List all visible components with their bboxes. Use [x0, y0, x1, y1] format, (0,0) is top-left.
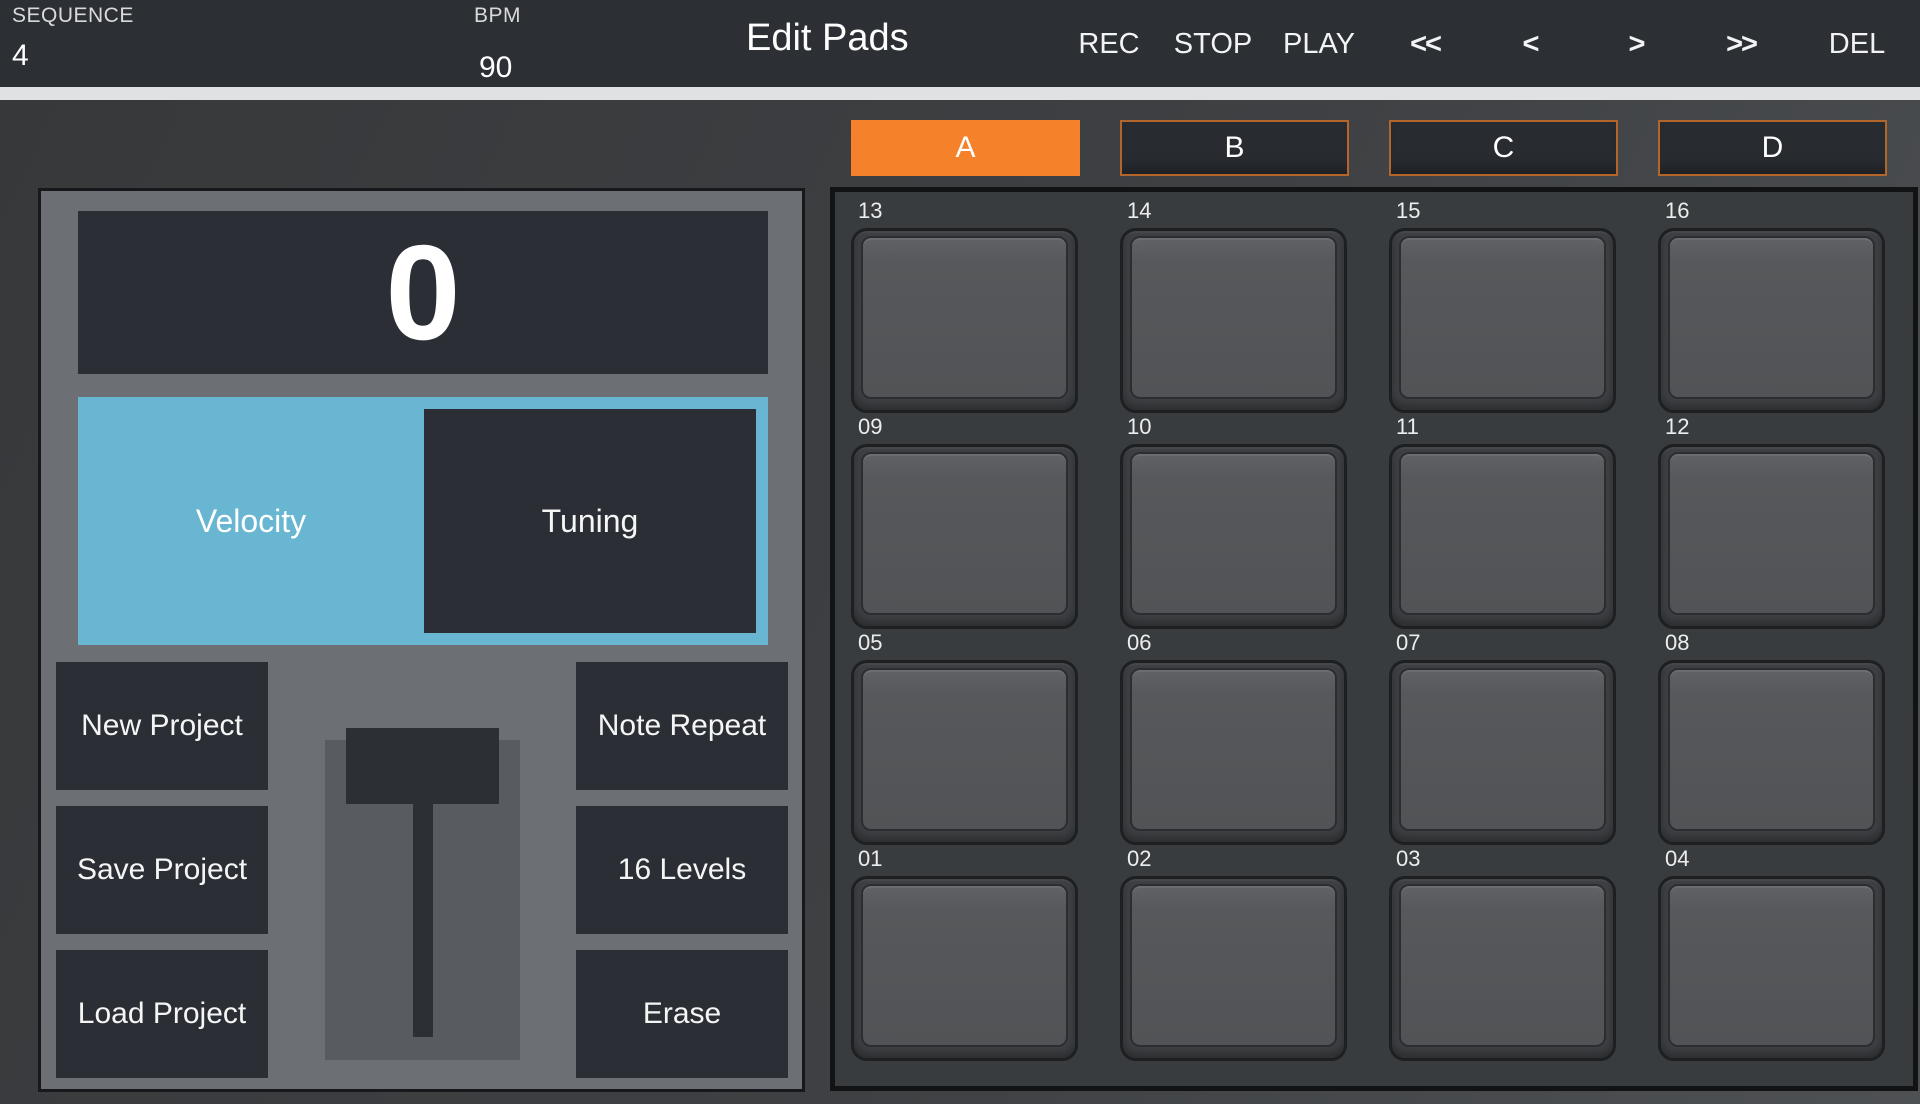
pad-number-label: 16: [1665, 198, 1689, 224]
pad-number-label: 10: [1127, 414, 1151, 440]
rec-button[interactable]: REC: [1078, 24, 1139, 64]
pad-number-label: 09: [858, 414, 882, 440]
sequence-value[interactable]: 4: [12, 39, 29, 73]
pad-number-label: 06: [1127, 630, 1151, 656]
fast-forward-button[interactable]: >>: [1726, 24, 1756, 64]
drum-pad-03[interactable]: [1389, 876, 1616, 1061]
stop-button[interactable]: STOP: [1174, 24, 1252, 64]
pad-number-label: 11: [1396, 414, 1419, 440]
note-repeat-button[interactable]: Note Repeat: [576, 662, 788, 790]
velocity-tuning-toggle: Velocity Tuning: [78, 397, 768, 645]
drum-pad-02[interactable]: [1120, 876, 1347, 1061]
pad-number-label: 08: [1665, 630, 1689, 656]
drum-pad-12[interactable]: [1658, 444, 1885, 629]
drum-pad-06[interactable]: [1120, 660, 1347, 845]
bank-tab-c[interactable]: C: [1389, 120, 1618, 176]
bank-tab-b[interactable]: B: [1120, 120, 1349, 176]
bpm-value[interactable]: 90: [479, 51, 512, 85]
pad-number-label: 04: [1665, 846, 1689, 872]
drum-pad-13[interactable]: [851, 228, 1078, 413]
pad-grid-panel: 13 14 15 16 09 10 11 12 05 06 07 08 01 0…: [830, 187, 1918, 1091]
pad-number-label: 14: [1127, 198, 1151, 224]
drum-pad-01[interactable]: [851, 876, 1078, 1061]
sixteen-levels-button[interactable]: 16 Levels: [576, 806, 788, 934]
drum-pad-04[interactable]: [1658, 876, 1885, 1061]
pad-number-label: 02: [1127, 846, 1151, 872]
drum-pad-07[interactable]: [1389, 660, 1616, 845]
pad-number-label: 13: [858, 198, 882, 224]
tuning-mode-button[interactable]: Tuning: [424, 409, 756, 633]
page-title: Edit Pads: [746, 17, 909, 60]
bank-tab-d[interactable]: D: [1658, 120, 1887, 176]
step-back-button[interactable]: <: [1523, 24, 1538, 64]
velocity-fader-handle[interactable]: [346, 728, 499, 804]
pad-value-display: 0: [78, 211, 768, 374]
pad-number-label: 15: [1396, 198, 1420, 224]
velocity-mode-button[interactable]: Velocity: [78, 397, 424, 645]
velocity-fader-stem: [413, 804, 433, 1037]
delete-button[interactable]: DEL: [1829, 24, 1885, 64]
drum-pad-15[interactable]: [1389, 228, 1616, 413]
drum-pad-16[interactable]: [1658, 228, 1885, 413]
top-transport-bar: SEQUENCE 4 BPM 90 Edit Pads REC STOP PLA…: [0, 0, 1920, 87]
load-project-button[interactable]: Load Project: [56, 950, 268, 1078]
pad-number-label: 01: [858, 846, 882, 872]
erase-button[interactable]: Erase: [576, 950, 788, 1078]
rewind-button[interactable]: <<: [1410, 24, 1440, 64]
save-project-button[interactable]: Save Project: [56, 806, 268, 934]
drum-pad-09[interactable]: [851, 444, 1078, 629]
pad-number-label: 05: [858, 630, 882, 656]
new-project-button[interactable]: New Project: [56, 662, 268, 790]
drum-pad-14[interactable]: [1120, 228, 1347, 413]
drum-pad-10[interactable]: [1120, 444, 1347, 629]
sequence-label: SEQUENCE: [12, 4, 134, 28]
pad-number-label: 07: [1396, 630, 1420, 656]
step-forward-button[interactable]: >: [1629, 24, 1644, 64]
drum-pad-05[interactable]: [851, 660, 1078, 845]
drum-pad-08[interactable]: [1658, 660, 1885, 845]
bank-tab-a[interactable]: A: [851, 120, 1080, 176]
bpm-label: BPM: [474, 4, 521, 28]
pad-number-label: 12: [1665, 414, 1689, 440]
drum-pad-11[interactable]: [1389, 444, 1616, 629]
topbar-divider: [0, 87, 1920, 100]
pad-number-label: 03: [1396, 846, 1420, 872]
editor-control-panel: 0 Velocity Tuning New Project Save Proje…: [38, 188, 805, 1092]
play-button[interactable]: PLAY: [1283, 24, 1355, 64]
